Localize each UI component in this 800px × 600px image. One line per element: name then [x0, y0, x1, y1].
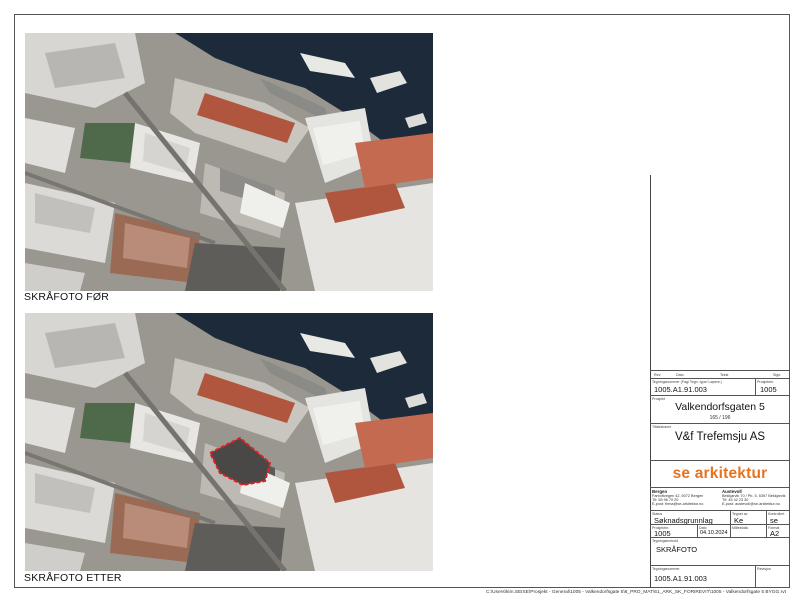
gnr-bnr: 165 / 196: [709, 415, 731, 421]
company-logo: se arkitektur: [672, 465, 768, 482]
revision-header-date: Dato: [676, 373, 684, 377]
photo-caption-after: SKRÅFOTO ETTER: [24, 572, 122, 584]
date-value: 04.10.2024: [700, 530, 728, 536]
divider: [650, 423, 790, 424]
divider: [755, 378, 756, 395]
revision-header-sign: Sign.: [773, 373, 782, 377]
divider: [650, 395, 790, 396]
photo-caption-before: SKRÅFOTO FØR: [24, 291, 110, 303]
drawing-title-label: Tegningsinnhold: [652, 539, 678, 543]
client-name: V&f Trefemsju AS: [674, 431, 766, 443]
divider: [650, 565, 790, 566]
drawing-number: 1005.A1.91.003: [654, 385, 707, 394]
drawing-number-label-2: Tegningsnummer: [652, 567, 680, 571]
divider: [755, 565, 756, 588]
aerial-image: [25, 33, 433, 291]
divider: [697, 524, 698, 537]
aerial-photo-after: [25, 313, 433, 571]
project-number: 1005: [760, 385, 777, 394]
client-label: Tiltakshaver: [652, 425, 672, 429]
divider: [650, 460, 790, 461]
revision-header-text: Tekst: [720, 373, 729, 377]
divider: [650, 370, 790, 371]
office-austevoll-email: E-post: austevoll@se-arkitektur.no: [722, 502, 780, 506]
scale-label: Målestokk: [732, 526, 749, 530]
drawing-title: SKRÅFOTO: [656, 545, 698, 554]
divider: [650, 537, 790, 538]
aerial-image: [25, 313, 433, 571]
divider: [650, 378, 790, 379]
revision-header-rev: Rev.: [654, 373, 662, 377]
divider: [650, 510, 790, 511]
file-path: C:\Users\kim.SEISE\Prosjekt - General\10…: [486, 590, 786, 595]
revision-label: Revisjon: [757, 567, 771, 571]
divider: [650, 487, 790, 488]
aerial-photo-before: [25, 33, 433, 291]
divider: [650, 524, 790, 525]
drawing-number-label: Tegningsnummer (Fag/ Tegn. type/ Løpenr.…: [652, 380, 722, 384]
drawing-number-2: 1005.A1.91.003: [654, 574, 707, 583]
project-name: Valkendorfsgaten 5: [675, 401, 765, 413]
office-bergen-email: E-post: firma@se-arkitektur.no: [652, 502, 704, 506]
project-number-label: Prosjektnr.: [757, 380, 774, 384]
